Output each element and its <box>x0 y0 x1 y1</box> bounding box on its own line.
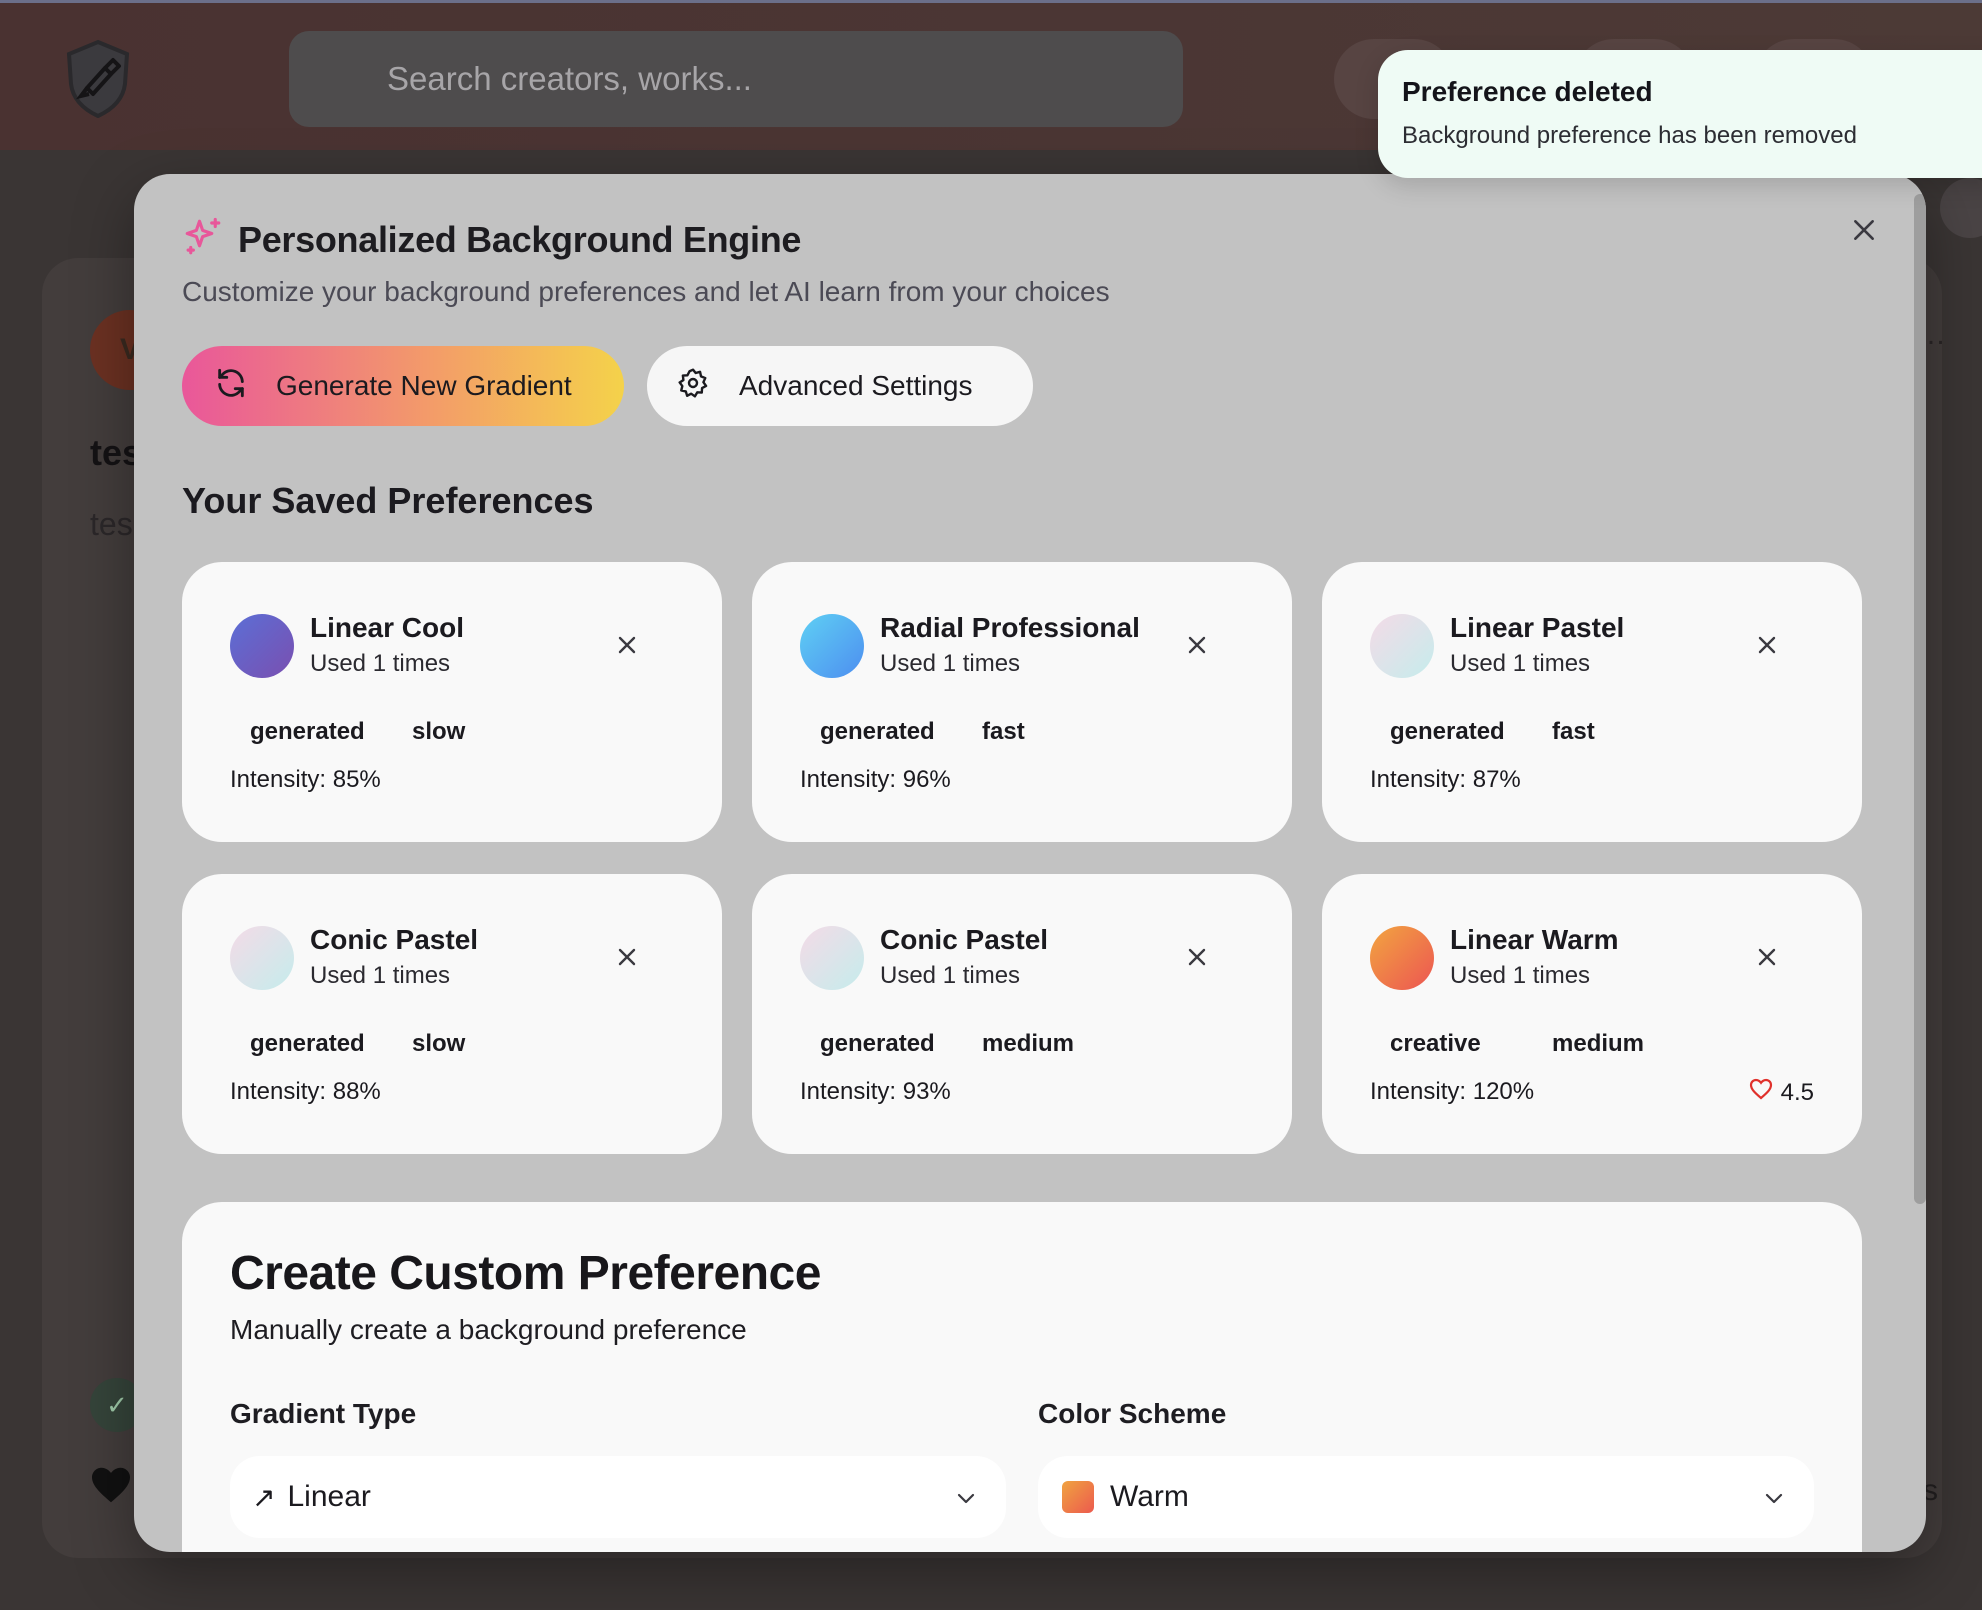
preference-usage: Used 1 times <box>1450 962 1591 989</box>
preference-rating[interactable]: 4.5 <box>1749 1078 1814 1107</box>
preference-usage: Used 1 times <box>310 650 451 677</box>
preference-usage: Used 1 times <box>1450 650 1591 677</box>
preference-usage: Used 1 times <box>880 962 1021 989</box>
palette-icon[interactable] <box>1940 178 1982 238</box>
preference-intensity: Intensity: 87% <box>1370 766 1521 793</box>
generate-gradient-label: Generate New Gradient <box>276 370 572 401</box>
close-icon <box>1758 948 1776 966</box>
delete-preference-button[interactable] <box>602 932 652 982</box>
close-dialog-button[interactable] <box>1838 204 1890 256</box>
preference-tag: generated <box>1390 718 1505 745</box>
gear-icon <box>677 367 709 406</box>
chevron-down-icon <box>1762 1484 1786 1518</box>
delete-preference-button[interactable] <box>1742 620 1792 670</box>
close-icon <box>1188 948 1206 966</box>
gradient-type-select[interactable]: ↗ Linear <box>230 1456 1006 1538</box>
color-scheme-label: Color Scheme <box>1038 1398 1227 1429</box>
modal-scrollbar[interactable] <box>1914 194 1926 1204</box>
custom-preference-title: Create Custom Preference <box>230 1247 821 1300</box>
preference-tag: slow <box>412 1030 466 1057</box>
heart-icon <box>1749 1078 1773 1107</box>
gradient-type-value: Linear <box>287 1480 371 1513</box>
dialog-header: Personalized Background Engine <box>182 216 801 263</box>
saved-preferences-heading: Your Saved Preferences <box>182 480 594 521</box>
preference-tag: generated <box>820 718 935 745</box>
preference-card[interactable]: Linear Warm Used 1 times creative medium Int… <box>1322 874 1862 1154</box>
rating-value: 4.5 <box>1780 1078 1814 1106</box>
preference-intensity: Intensity: 93% <box>800 1078 951 1105</box>
gradient-swatch <box>1370 614 1434 678</box>
gradient-swatch <box>800 926 864 990</box>
post-text: tes <box>90 506 133 542</box>
delete-preference-button[interactable] <box>1742 932 1792 982</box>
preference-name: Conic Pastel <box>310 924 479 955</box>
gradient-swatch <box>1370 926 1434 990</box>
delete-preference-button[interactable] <box>602 620 652 670</box>
preference-name: Conic Pastel <box>880 924 1049 955</box>
refresh-icon <box>214 366 248 407</box>
preference-tag: fast <box>982 718 1025 745</box>
preference-tag: generated <box>250 718 365 745</box>
preference-usage: Used 1 times <box>880 650 1021 677</box>
preference-tag: fast <box>1552 718 1595 745</box>
preference-intensity: Intensity: 96% <box>800 766 951 793</box>
gradient-type-label: Gradient Type <box>230 1398 417 1429</box>
color-scheme-value: Warm <box>1110 1480 1189 1513</box>
generate-gradient-button[interactable]: Generate New Gradient <box>182 346 624 426</box>
gradient-swatch <box>230 926 294 990</box>
color-scheme-select[interactable]: Warm <box>1038 1456 1814 1538</box>
preference-card[interactable]: Linear Pastel Used 1 times generated fast In… <box>1322 562 1862 842</box>
preference-card[interactable]: Linear Cool Used 1 times generated slow Inte… <box>182 562 722 842</box>
dialog-subtitle: Customize your background preferences an… <box>182 276 1110 307</box>
toast-notification: Preference deleted Background preference… <box>1378 50 1982 178</box>
close-icon <box>618 636 636 654</box>
preference-card[interactable]: Radial Professional Used 1 times generated… <box>752 562 1292 842</box>
gradient-swatch <box>230 614 294 678</box>
arrow-up-right-icon: ↗ <box>252 1481 276 1513</box>
preference-usage: Used 1 times <box>310 962 451 989</box>
close-icon <box>1854 220 1874 240</box>
preference-card[interactable]: Conic Pastel Used 1 times generated slow Int… <box>182 874 722 1154</box>
toast-description: Background preference has been removed <box>1402 122 1857 149</box>
preference-tag: slow <box>412 718 466 745</box>
toast-title: Preference deleted <box>1402 76 1653 107</box>
gradient-swatch <box>800 614 864 678</box>
sparkles-icon <box>182 216 224 263</box>
preference-tag: medium <box>982 1030 1075 1057</box>
preference-tag: medium <box>1552 1030 1645 1057</box>
preference-tag: generated <box>250 1030 365 1057</box>
preference-name: Radial Professional <box>880 612 1140 643</box>
chevron-down-icon <box>954 1484 978 1518</box>
background-engine-dialog: Personalized Background Engine Customize… <box>134 174 1926 1552</box>
preference-name: Linear Warm <box>1450 924 1619 955</box>
preference-intensity: Intensity: 85% <box>230 766 381 793</box>
advanced-settings-button[interactable]: Advanced Settings <box>647 346 1033 426</box>
custom-preference-subtitle: Manually create a background preference <box>230 1314 747 1345</box>
search-placeholder: Search creators, works... <box>387 60 752 97</box>
create-custom-preference-card: Create Custom Preference Manually create… <box>182 1202 1862 1552</box>
delete-preference-button[interactable] <box>1172 620 1222 670</box>
close-icon <box>618 948 636 966</box>
search-input[interactable]: Search creators, works... <box>289 31 1183 127</box>
delete-preference-button[interactable] <box>1172 932 1222 982</box>
close-icon <box>1758 636 1776 654</box>
preference-card[interactable]: Conic Pastel Used 1 times generated medium I… <box>752 874 1292 1154</box>
close-icon <box>1188 636 1206 654</box>
preference-intensity: Intensity: 88% <box>230 1078 381 1105</box>
heart-icon[interactable] <box>90 1466 132 1509</box>
advanced-settings-label: Advanced Settings <box>739 370 973 401</box>
brush-shield-logo-icon[interactable] <box>62 37 134 119</box>
color-scheme-swatch <box>1062 1481 1094 1513</box>
preference-tag: generated <box>820 1030 935 1057</box>
dialog-title: Personalized Background Engine <box>238 218 802 260</box>
preference-name: Linear Pastel <box>1450 612 1625 643</box>
preference-intensity: Intensity: 120% <box>1370 1078 1535 1105</box>
preference-name: Linear Cool <box>310 612 465 643</box>
preference-tag: creative <box>1390 1030 1481 1057</box>
